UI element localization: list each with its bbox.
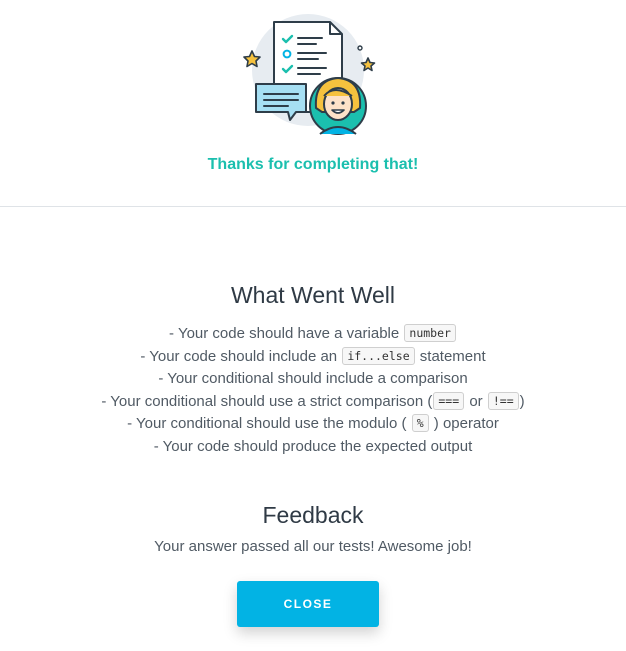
what-went-well-title: What Went Well (230, 282, 396, 308)
completion-message: Thanks for completing that! (207, 156, 419, 173)
criteria-item: - Your conditional should use the modulo… (127, 414, 499, 432)
checklist-illustration-icon (243, 14, 376, 135)
criteria-item: - Your code should produce the expected … (153, 437, 473, 455)
code-snippet: if...else (342, 346, 415, 365)
criteria-item: - Your code should include an if...else … (140, 346, 486, 365)
feedback-message: Your answer passed all our tests! Awesom… (154, 538, 472, 555)
criteria-item: - Your conditional should include a comp… (158, 370, 468, 387)
close-button[interactable]: CLOSE (237, 581, 379, 627)
completion-header: Thanks for completing that! (0, 0, 626, 207)
code-snippet: % (411, 414, 429, 432)
criteria-item: - Your code should have a variable numbe… (0, 323, 626, 346)
code-snippet: number (404, 324, 456, 342)
feedback-title: Feedback (262, 502, 364, 528)
criteria-item: - Your conditional should use a strict c… (101, 391, 525, 410)
criteria-list: - Your code should have a variable numbe… (0, 323, 626, 458)
code-snippet: !== (487, 391, 519, 410)
code-snippet: === (433, 391, 465, 410)
